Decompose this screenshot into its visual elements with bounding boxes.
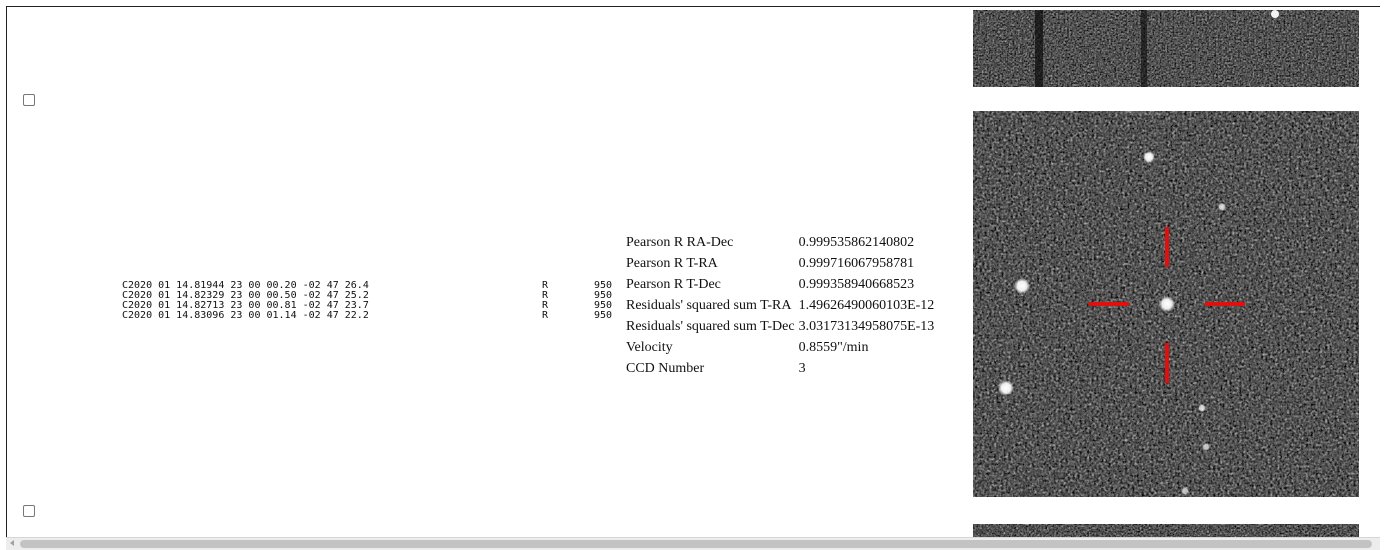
- stat-label: Residuals' squared sum T-RA: [626, 298, 792, 313]
- stat-value: 3.03173134958075E-13: [798, 319, 935, 334]
- field-star: [1181, 487, 1189, 495]
- field-star: [1143, 151, 1155, 163]
- observation-line: C2020 01 14.83096 23 00 01.14 -02 47 22.…: [122, 311, 612, 321]
- crosshair-right: [1205, 302, 1245, 306]
- field-star: [998, 380, 1014, 396]
- stat-row: Residuals' squared sum T-RA 1.4962649006…: [626, 295, 937, 316]
- stat-value: 0.8559"/min: [798, 340, 869, 355]
- previous-detection-image: [973, 10, 1359, 87]
- stat-row: Pearson R RA-Dec 0.999535862140802: [626, 232, 937, 253]
- stat-value: 0.999716067958781: [798, 256, 915, 271]
- stat-value: 3: [798, 361, 806, 376]
- stat-row: Velocity 0.8559"/min: [626, 337, 937, 358]
- stat-label: Velocity: [626, 340, 673, 355]
- observation-record: C2020 01 14.83096 23 00 01.14 -02 47 22.…: [122, 310, 369, 321]
- stat-label: Pearson R RA-Dec: [626, 235, 734, 250]
- field-star: [1202, 443, 1210, 451]
- horizontal-scrollbar[interactable]: [6, 537, 1380, 550]
- observatory-code: 950: [594, 310, 613, 321]
- stat-value: 0.999535862140802: [798, 235, 915, 250]
- select-detection-checkbox[interactable]: [23, 94, 35, 106]
- fit-statistics-table: Pearson R RA-Dec 0.999535862140802 Pears…: [626, 232, 937, 379]
- stat-label: Pearson R T-RA: [626, 256, 718, 271]
- detection-list: C2020 01 14.81944 23 00 00.20 -02 47 26.…: [6, 6, 1380, 546]
- stat-row: Pearson R T-RA 0.999716067958781: [626, 253, 937, 274]
- scrollbar-thumb[interactable]: [20, 540, 1372, 548]
- stat-label: CCD Number: [626, 361, 705, 376]
- stat-row: Residuals' squared sum T-Dec 3.031731349…: [626, 316, 937, 337]
- stat-label: Residuals' squared sum T-Dec: [626, 319, 795, 334]
- crosshair-top: [1165, 227, 1169, 267]
- field-star: [1014, 278, 1030, 294]
- observation-band: R: [542, 310, 549, 321]
- stat-value: 0.999358940668523: [798, 277, 915, 292]
- stat-row: Pearson R T-Dec 0.999358940668523: [626, 274, 937, 295]
- field-star: [1198, 404, 1206, 412]
- stat-label: Pearson R T-Dec: [626, 277, 721, 292]
- field-star: [1218, 203, 1226, 211]
- target-object: [1159, 296, 1175, 312]
- select-next-detection-checkbox[interactable]: [23, 505, 35, 517]
- crosshair-bottom: [1165, 343, 1169, 383]
- scroll-left-arrow-icon[interactable]: [10, 540, 14, 546]
- detection-image: [973, 111, 1359, 497]
- stat-row: CCD Number 3: [626, 358, 937, 379]
- crosshair-left: [1089, 302, 1129, 306]
- stat-value: 1.49626490060103E-12: [798, 298, 935, 313]
- mpc-observation-lines: C2020 01 14.81944 23 00 00.20 -02 47 26.…: [122, 281, 612, 321]
